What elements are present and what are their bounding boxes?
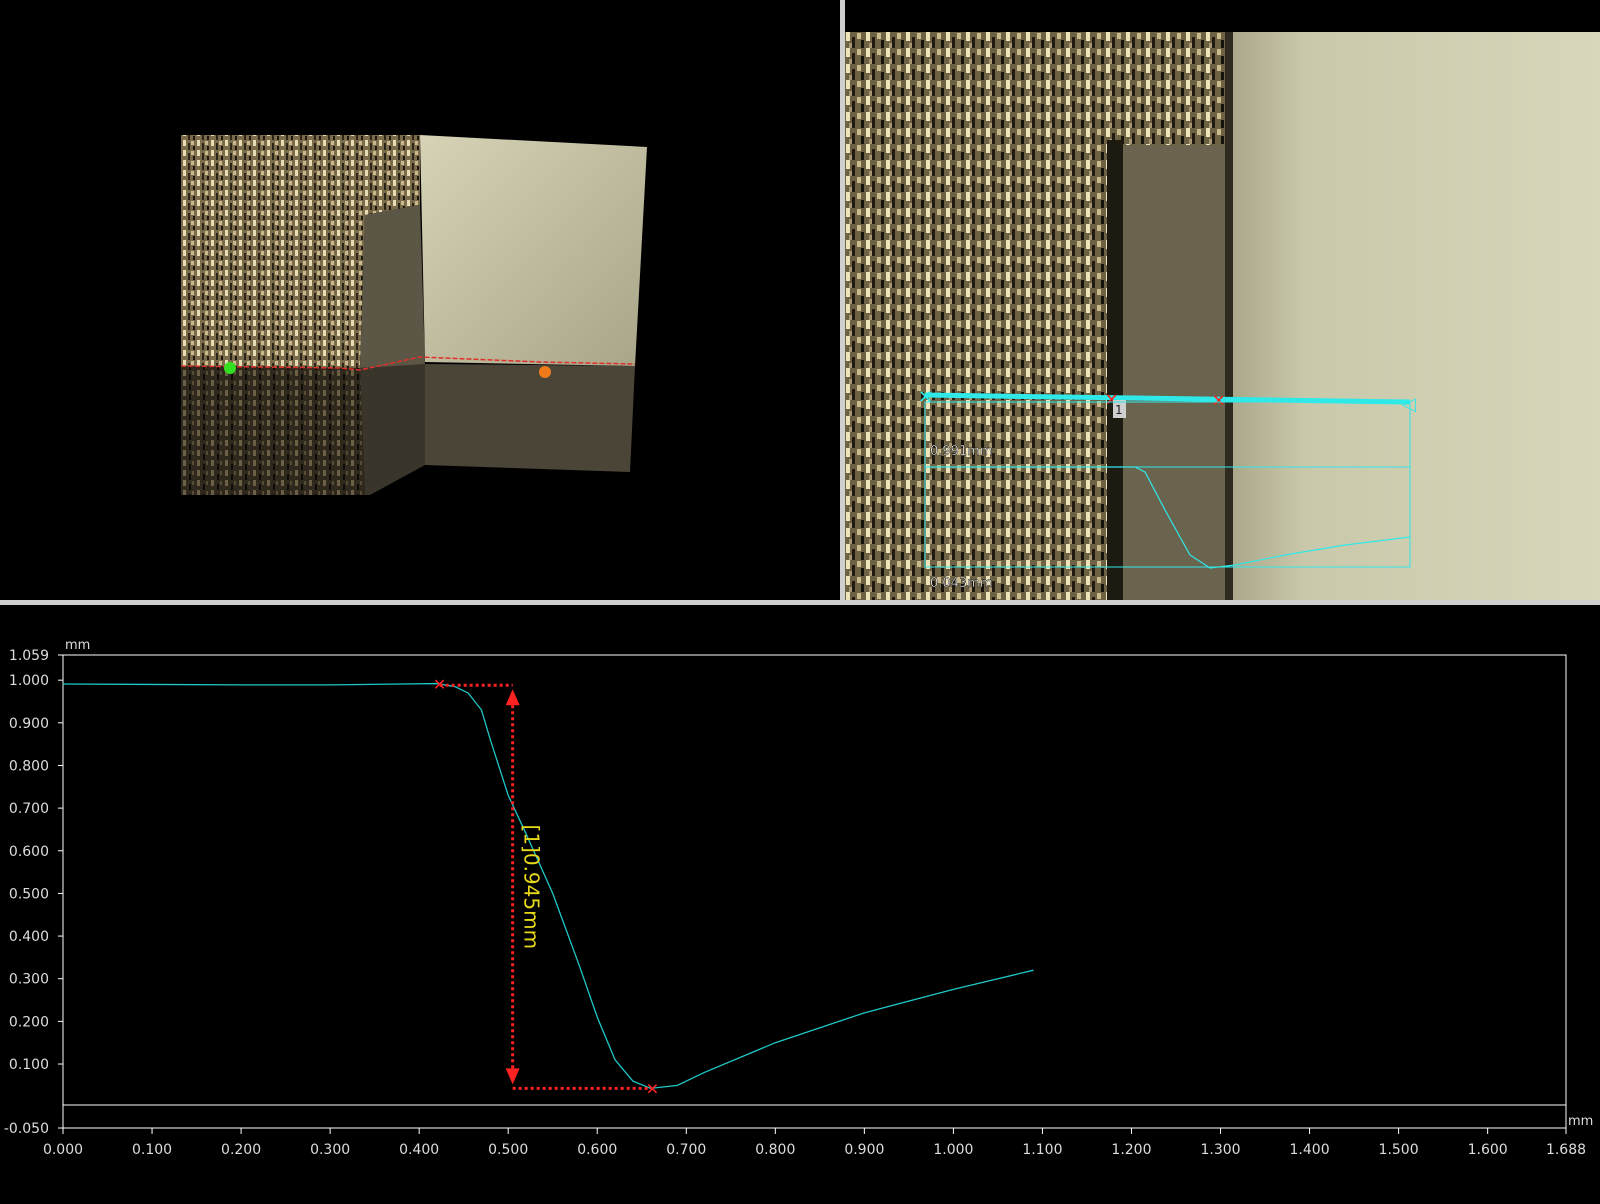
- profile-start-point[interactable]: [224, 362, 236, 374]
- image-step-area: [1110, 145, 1230, 600]
- x-tick-label: 1.100: [1022, 1142, 1062, 1158]
- y-tick-label: 0.100: [9, 1057, 49, 1073]
- x-tick-label: 0.400: [399, 1142, 439, 1158]
- line-start-handle-icon[interactable]: ✕: [918, 387, 933, 408]
- image-smooth-area: [1230, 32, 1600, 600]
- line-end-handle-icon[interactable]: ◁: [1402, 394, 1416, 415]
- x-tick-label: 1.400: [1290, 1142, 1330, 1158]
- 3d-view-canvas[interactable]: [0, 0, 840, 600]
- x-tick-label: 1.688: [1546, 1142, 1586, 1158]
- 3d-surface-step: [360, 205, 425, 368]
- min-height-label: 0.043mm: [930, 576, 993, 591]
- x-tick-label: 0.600: [577, 1142, 617, 1158]
- y-tick-label: 0.300: [9, 972, 49, 988]
- 3d-front-step: [360, 364, 425, 495]
- y-tick-label: 0.500: [9, 886, 49, 902]
- measure-point-a-icon[interactable]: ✕: [433, 675, 446, 694]
- y-axis-ticks: 1.059 1.000 0.900 0.800 0.700 0.600 0.500 0.400…: [4, 648, 63, 1137]
- measurement-value-label: [1]0.945mm: [520, 825, 544, 950]
- y-tick-label: -0.050: [4, 1121, 49, 1137]
- max-height-label: 0.991mm: [930, 444, 993, 459]
- x-axis-ticks: 0.000 0.100 0.200 0.300 0.400 0.500 0.600 0.700…: [43, 1128, 1586, 1158]
- profile-chart[interactable]: mm mm 0.000 0.100 0.200 0.300 0.400 0.500 0.60…: [0, 605, 1600, 1200]
- 3d-view-panel[interactable]: [0, 0, 840, 600]
- x-tick-label: 0.300: [310, 1142, 350, 1158]
- y-tick-label: 1.000: [9, 673, 49, 689]
- y-tick-label: 0.600: [9, 844, 49, 860]
- y-unit-label: mm: [65, 638, 90, 653]
- x-tick-label: 0.800: [755, 1142, 795, 1158]
- profile-graph-panel[interactable]: mm mm 0.000 0.100 0.200 0.300 0.400 0.500 0.60…: [0, 605, 1600, 1200]
- y-tick-label: 0.800: [9, 758, 49, 774]
- optical-image-panel[interactable]: ✕ ◁ ✕ ✕ 1 0.991mm 0.043mm: [845, 0, 1600, 600]
- 3d-surface-smooth: [420, 135, 647, 366]
- x-tick-label: 0.900: [844, 1142, 884, 1158]
- x-tick-label: 1.500: [1379, 1142, 1419, 1158]
- x-tick-label: 1.300: [1200, 1142, 1240, 1158]
- x-unit-label: mm: [1568, 1114, 1593, 1129]
- profile-end-point[interactable]: [539, 366, 551, 378]
- x-tick-label: 0.200: [221, 1142, 261, 1158]
- image-step-shadow: [1107, 140, 1123, 600]
- measure-point-b-icon[interactable]: ✕: [646, 1079, 659, 1098]
- y-tick-label: 0.400: [9, 929, 49, 945]
- measurement-marker-number: 1: [1115, 403, 1123, 417]
- y-tick-label: 0.200: [9, 1014, 49, 1030]
- y-tick-label: 0.900: [9, 716, 49, 732]
- 3d-front-smooth: [425, 364, 635, 472]
- x-tick-label: 1.000: [933, 1142, 973, 1158]
- y-tick-label: 0.700: [9, 801, 49, 817]
- measure-point-b-icon[interactable]: ✕: [1212, 391, 1225, 410]
- optical-image-canvas[interactable]: ✕ ◁ ✕ ✕ 1 0.991mm 0.043mm: [845, 0, 1600, 600]
- x-tick-label: 0.100: [132, 1142, 172, 1158]
- x-tick-label: 0.500: [488, 1142, 528, 1158]
- plot-area: [62, 654, 1567, 1129]
- y-tick-label: 1.059: [9, 648, 49, 664]
- x-tick-label: 1.600: [1468, 1142, 1508, 1158]
- x-tick-label: 0.700: [666, 1142, 706, 1158]
- x-tick-label: 1.200: [1111, 1142, 1151, 1158]
- x-tick-label: 0.000: [43, 1142, 83, 1158]
- 3d-front-metal: [181, 366, 365, 495]
